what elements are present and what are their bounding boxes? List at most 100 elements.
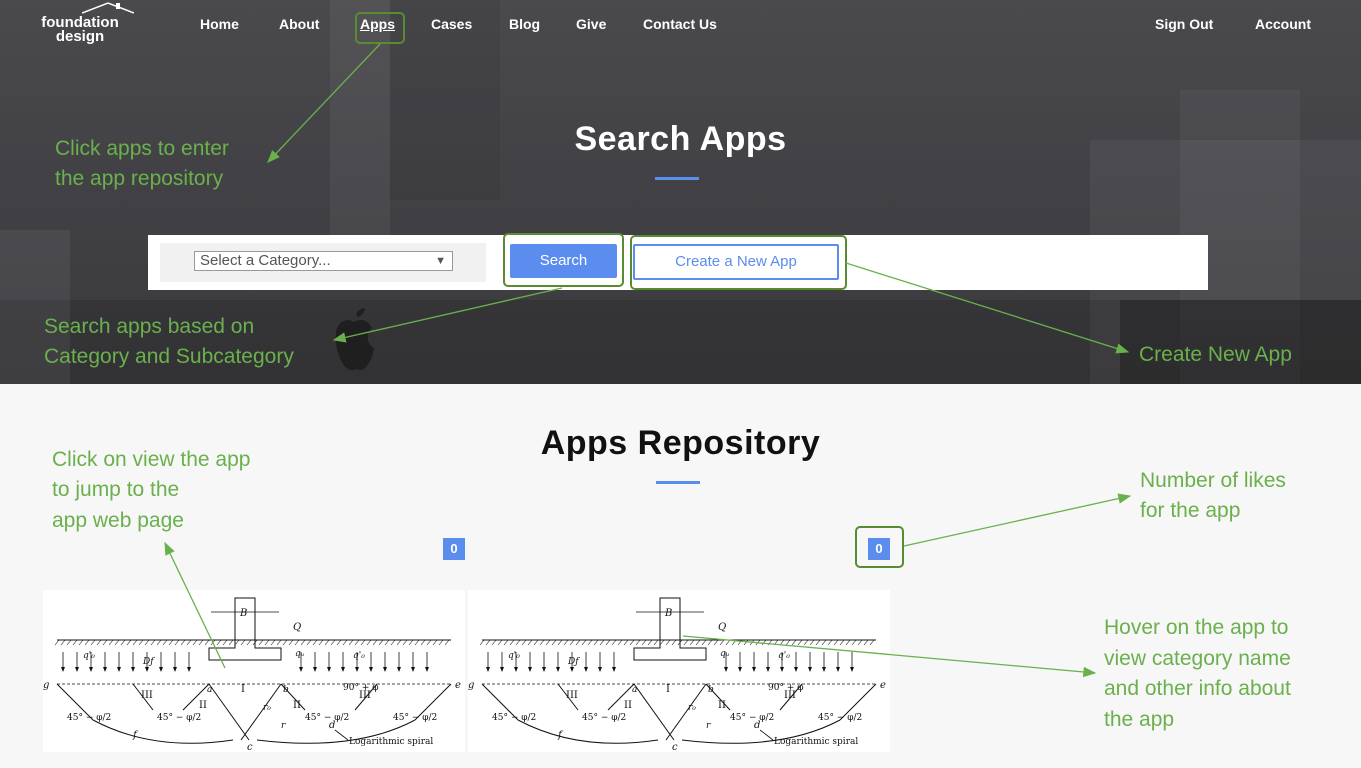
label-c: c bbox=[672, 742, 678, 752]
ground-hatch bbox=[719, 639, 725, 646]
ground-hatch bbox=[689, 639, 695, 646]
nav-blog[interactable]: Blog bbox=[509, 15, 540, 33]
surcharge-arrowhead bbox=[738, 667, 742, 672]
nav-home[interactable]: Home bbox=[200, 15, 239, 33]
annotation-likes-line1: Number of likes bbox=[1140, 469, 1286, 492]
surcharge-arrowhead bbox=[327, 667, 331, 672]
ground-hatch bbox=[72, 639, 78, 646]
ground-hatch bbox=[402, 639, 408, 646]
ground-hatch bbox=[761, 639, 767, 646]
ground-hatch bbox=[420, 639, 426, 646]
surcharge-arrowhead bbox=[850, 667, 854, 672]
nav-about[interactable]: About bbox=[279, 15, 319, 33]
ground-hatch bbox=[563, 639, 569, 646]
label-b: B bbox=[664, 608, 672, 619]
ground-hatch bbox=[60, 639, 66, 646]
ground-hatch bbox=[593, 639, 599, 646]
nav-cases[interactable]: Cases bbox=[431, 15, 472, 33]
ground-hatch bbox=[617, 639, 623, 646]
category-select[interactable]: Select a Category... ▼ bbox=[194, 251, 453, 271]
annotation-likes-line2: for the app bbox=[1140, 499, 1241, 522]
create-highlight-box bbox=[630, 235, 847, 290]
ground-hatch bbox=[839, 639, 845, 646]
label-zone-i: I bbox=[241, 684, 245, 695]
ground-hatch bbox=[294, 639, 300, 646]
surcharge-arrowhead bbox=[556, 667, 560, 672]
ground-hatch bbox=[156, 639, 162, 646]
ground-hatch bbox=[815, 639, 821, 646]
label-q0: q'₀ bbox=[508, 651, 520, 661]
label-angle: 45° − φ/2 bbox=[492, 713, 536, 723]
surcharge-arrowhead bbox=[598, 667, 602, 672]
label-r0: r₀ bbox=[688, 703, 696, 713]
label-zone-ii: II bbox=[624, 700, 632, 711]
nav-sign-out[interactable]: Sign Out bbox=[1155, 15, 1213, 33]
label-g: g bbox=[43, 680, 49, 691]
arrow-likes bbox=[903, 493, 1132, 547]
ground-hatch bbox=[192, 639, 198, 646]
surcharge-arrowhead bbox=[425, 667, 429, 672]
label-e: e bbox=[455, 680, 461, 691]
label-angle: 45° − φ/2 bbox=[730, 713, 774, 723]
ground-hatch bbox=[114, 639, 120, 646]
ground-hatch bbox=[713, 639, 719, 646]
surcharge-arrowhead bbox=[542, 667, 546, 672]
nav-contact-us[interactable]: Contact Us bbox=[643, 15, 717, 33]
label-b-point: b bbox=[283, 685, 289, 695]
label-q0: q'₀ bbox=[83, 651, 95, 661]
foundation-design-logo[interactable]: foundation design bbox=[26, 2, 134, 44]
ground-hatch bbox=[132, 639, 138, 646]
ground-hatch bbox=[773, 639, 779, 646]
ground-hatch bbox=[186, 639, 192, 646]
surcharge-arrowhead bbox=[313, 667, 317, 672]
ground-hatch bbox=[707, 639, 713, 646]
surcharge-arrowhead bbox=[584, 667, 588, 672]
failure-wedge-lines bbox=[56, 683, 452, 741]
ground-hatch bbox=[432, 639, 438, 646]
ground-hatch bbox=[725, 639, 731, 646]
nav-account[interactable]: Account bbox=[1255, 15, 1311, 33]
ground-hatch bbox=[527, 639, 533, 646]
label-ninety: 90° + φ bbox=[343, 683, 379, 693]
annotation-hover-line2: view category name bbox=[1104, 647, 1291, 670]
ground-hatch bbox=[228, 639, 234, 646]
ground-hatch bbox=[336, 639, 342, 646]
label-g: g bbox=[468, 680, 474, 691]
nav-give[interactable]: Give bbox=[576, 15, 606, 33]
label-q0: q'₀ bbox=[353, 651, 365, 661]
ground-hatch bbox=[360, 639, 366, 646]
ground-hatch bbox=[390, 639, 396, 646]
ground-hatch bbox=[749, 639, 755, 646]
ground-hatch bbox=[102, 639, 108, 646]
apps-highlight-box bbox=[355, 12, 405, 44]
ground-hatch bbox=[647, 639, 653, 646]
label-qu: qᵤ bbox=[720, 649, 730, 659]
annotation-search-line2: Category and Subcategory bbox=[44, 345, 294, 368]
surcharge-arrowhead bbox=[500, 667, 504, 672]
ground-hatch bbox=[539, 639, 545, 646]
ground-hatch bbox=[779, 639, 785, 646]
label-f: f bbox=[132, 730, 139, 741]
surcharge-arrowhead bbox=[612, 667, 616, 672]
label-zone-i: I bbox=[666, 684, 670, 695]
ground-hatch bbox=[797, 639, 803, 646]
ground-hatch bbox=[258, 639, 264, 646]
ground-hatch bbox=[414, 639, 420, 646]
ground-hatch bbox=[551, 639, 557, 646]
failure-wedge-lines bbox=[481, 683, 877, 741]
surcharge-arrowhead bbox=[528, 667, 532, 672]
label-r: r bbox=[281, 721, 286, 731]
surcharge-arrowhead bbox=[822, 667, 826, 672]
category-select-wrapper: Select a Category... ▼ bbox=[160, 243, 486, 282]
app-card[interactable]: B Qq'₀ q'₀ Dƒ qᵤ g e III III II II I 45° − φ/2 45° − … bbox=[468, 590, 890, 753]
ground-hatch bbox=[222, 639, 228, 646]
ground-hatch bbox=[198, 639, 204, 646]
label-ninety: 90° + φ bbox=[768, 683, 804, 693]
surcharge-arrowhead bbox=[103, 667, 107, 672]
surcharge-arrowhead bbox=[159, 667, 163, 672]
ground-hatch bbox=[150, 639, 156, 646]
label-zone-iii: III bbox=[566, 690, 578, 701]
app-card[interactable]: B Qq'₀ q'₀ Dƒ qᵤ g e III III II II I 45° − φ/2 45° − … bbox=[43, 590, 465, 753]
ground-hatch bbox=[851, 639, 857, 646]
ground-hatch bbox=[264, 639, 270, 646]
